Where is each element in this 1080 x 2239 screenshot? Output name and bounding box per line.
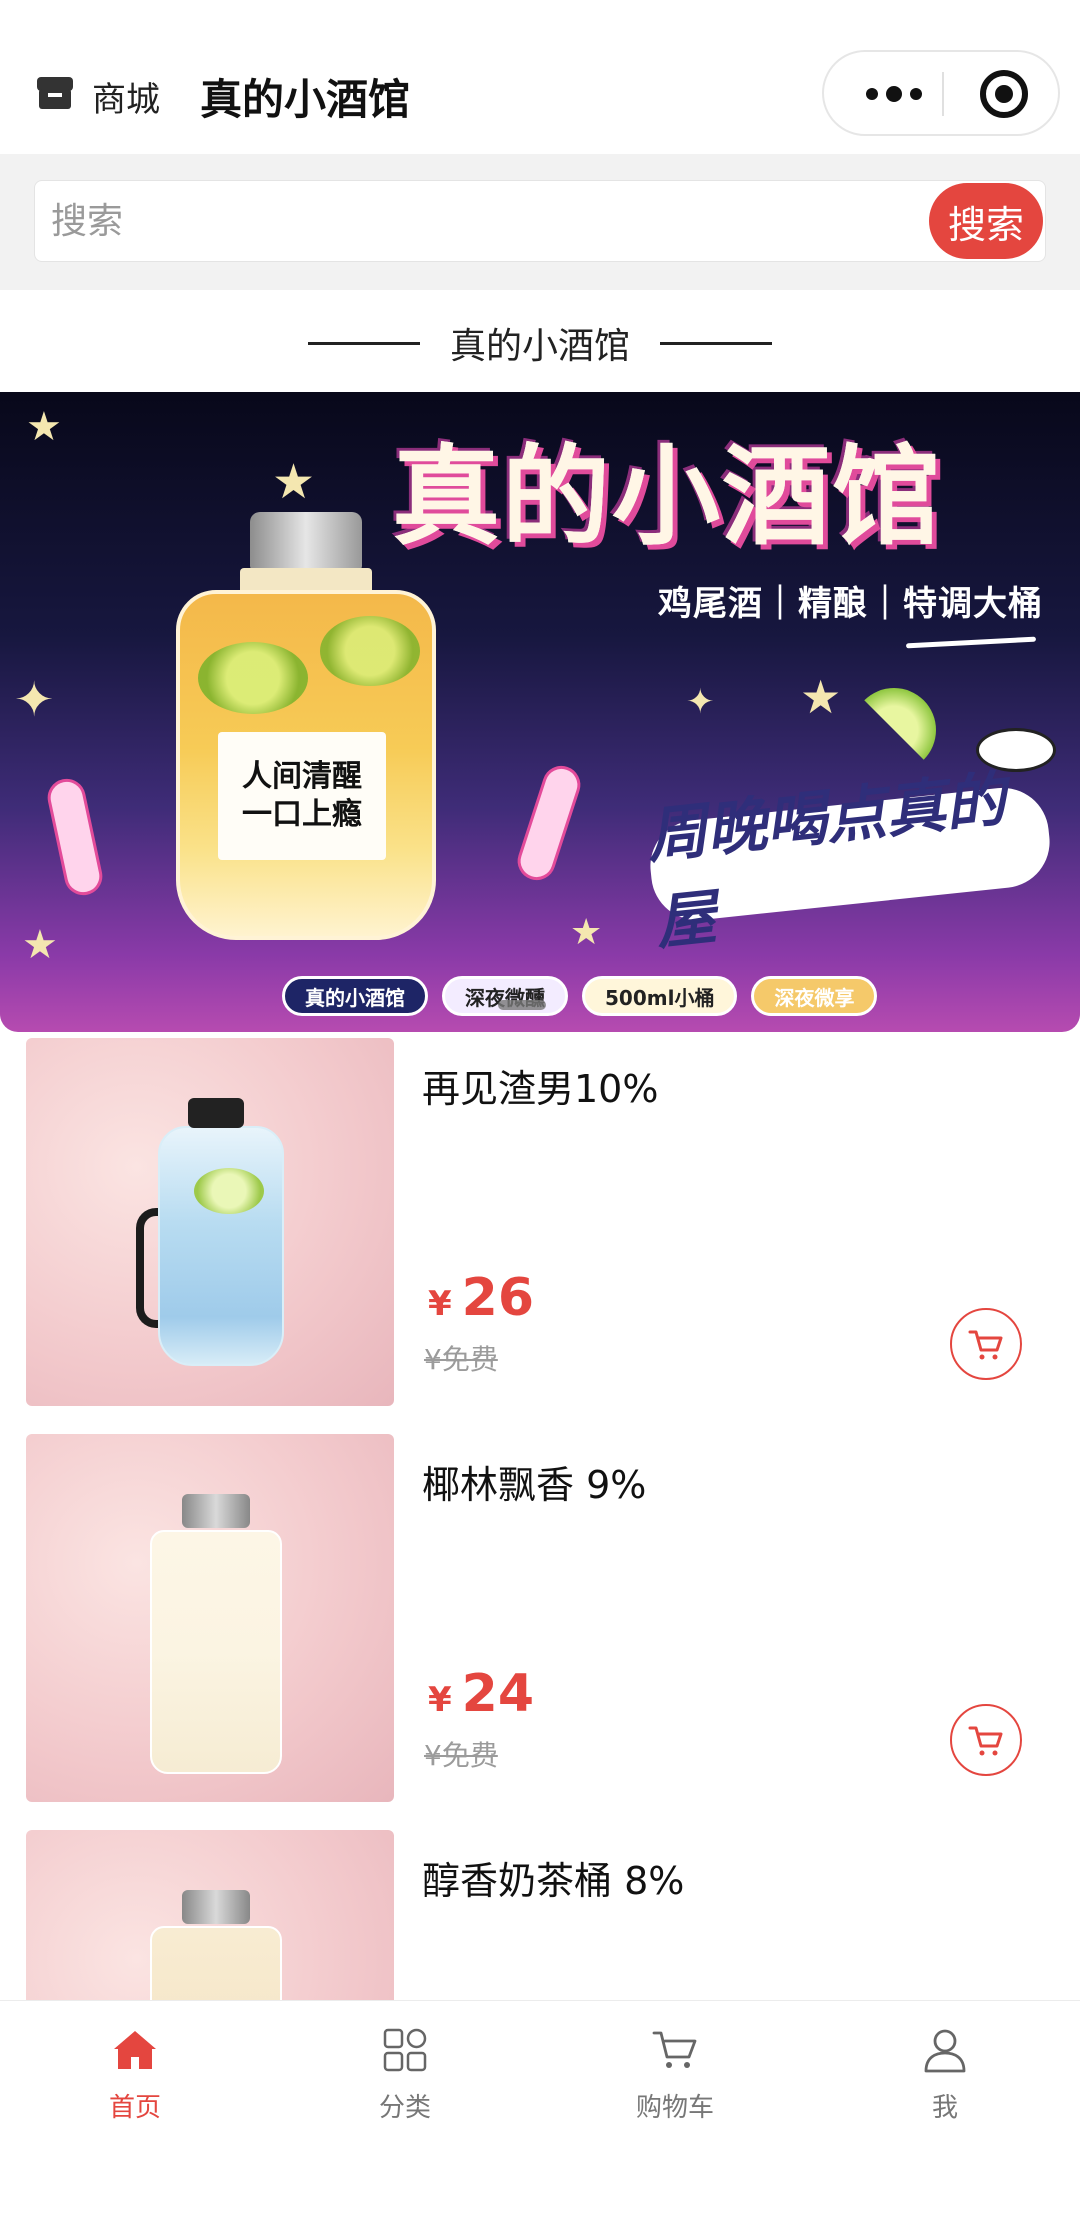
- user-icon: [924, 2029, 966, 2073]
- banner-title: 真的小酒馆: [392, 435, 943, 560]
- lime-icon: [320, 616, 420, 686]
- original-price: ¥免费: [424, 1343, 498, 1376]
- tab-category[interactable]: 分类: [270, 2023, 540, 2143]
- cart-icon: [652, 2031, 697, 2068]
- cart-icon: [968, 1330, 1003, 1360]
- sticker-pill-icon: [44, 775, 106, 899]
- tab-profile-label: 我: [931, 2093, 958, 2123]
- section-title-line-left: [307, 341, 420, 345]
- banner-tags: 真的小酒馆 深夜微醺 500ml小桶 深夜微享: [282, 976, 878, 1016]
- star-icon: ✦: [14, 672, 55, 728]
- milk-bottle-image: [146, 1494, 286, 1774]
- swoosh-decoration: [905, 636, 1037, 649]
- search-input[interactable]: [51, 189, 931, 253]
- home-icon: [114, 2031, 156, 2069]
- tab-category-label: 分类: [378, 2093, 431, 2123]
- product-item[interactable]: 椰林飘香 9% ¥ 24 ¥免费: [0, 1434, 1080, 1806]
- banner-tag: 真的小酒馆: [282, 976, 428, 1016]
- tab-home-label: 首页: [108, 2093, 161, 2123]
- star-icon: ★: [22, 922, 58, 968]
- sticker-pill-icon: [512, 761, 586, 885]
- tab-profile[interactable]: 我: [810, 2023, 1080, 2143]
- capsule-divider: [942, 72, 944, 116]
- app-title: 真的小酒馆: [200, 75, 411, 124]
- price-value: 26: [461, 1268, 535, 1328]
- more-menu-button[interactable]: [854, 52, 934, 136]
- section-title-text: 真的小酒馆: [449, 326, 630, 367]
- product-image[interactable]: [26, 1038, 394, 1406]
- tab-home[interactable]: 首页: [0, 2023, 270, 2143]
- banner-subtitle: 鸡尾酒｜精酿｜特调大桶: [658, 584, 1043, 624]
- price-value: 24: [461, 1664, 535, 1724]
- banner-tag: 深夜微醺: [442, 976, 568, 1016]
- lime-icon: [198, 642, 308, 714]
- search-box: 搜索: [34, 180, 1046, 262]
- product-image[interactable]: [26, 1434, 394, 1802]
- top-navigation-bar: 商城 真的小酒馆: [0, 0, 1080, 154]
- add-to-cart-button[interactable]: [950, 1704, 1022, 1776]
- banner-script-text: 周晚喝点真的屋: [643, 765, 1055, 958]
- banner-indicator: [498, 1000, 546, 1010]
- product-item[interactable]: 再见渣男10% ¥ 26 ¥免费: [0, 1038, 1080, 1410]
- banner-tag: 500ml小桶: [582, 976, 738, 1016]
- add-to-cart-button[interactable]: [950, 1308, 1022, 1380]
- bottle-label-line2: 一口上瘾: [242, 797, 362, 832]
- category-grid-icon: [383, 2028, 427, 2072]
- currency-symbol: ¥: [428, 1284, 452, 1324]
- close-miniprogram-icon[interactable]: [980, 70, 1028, 118]
- star-icon: ★: [800, 670, 842, 724]
- currency-symbol: ¥: [428, 1680, 452, 1720]
- bottle-label-line1: 人间清醒: [242, 759, 362, 794]
- tab-cart-label: 购物车: [635, 2093, 714, 2123]
- star-icon: ★: [570, 912, 603, 953]
- tab-cart[interactable]: 购物车: [540, 2023, 810, 2143]
- shop-label[interactable]: 商城: [92, 72, 160, 121]
- miniprogram-capsule: [822, 50, 1060, 136]
- product-name[interactable]: 椰林飘香 9%: [422, 1454, 646, 1509]
- original-price: ¥免费: [424, 1739, 498, 1772]
- bottle-cap: [250, 512, 362, 570]
- product-price: ¥ 26: [428, 1268, 534, 1328]
- promo-banner[interactable]: ★ ★ ✦ ★ ✦ ★ ★ 人间清醒 一口上瘾 真的小酒馆 鸡尾酒｜精酿｜特调大…: [0, 392, 1080, 1032]
- search-button[interactable]: 搜索: [929, 183, 1043, 259]
- star-icon: ★: [272, 454, 316, 510]
- star-icon: ★: [26, 404, 62, 450]
- store-icon[interactable]: [36, 76, 74, 110]
- banner-tag: 深夜微享: [751, 976, 878, 1016]
- bottle-label: 人间清醒 一口上瘾: [218, 732, 386, 860]
- search-bar-area: 搜索: [0, 154, 1080, 290]
- product-name[interactable]: 再见渣男10%: [422, 1058, 658, 1113]
- star-icon: ✦: [686, 682, 715, 722]
- product-name[interactable]: 醇香奶茶桶 8%: [422, 1850, 684, 1905]
- bottle-illustration: 人间清醒 一口上瘾: [170, 512, 442, 942]
- cart-icon: [968, 1726, 1003, 1756]
- section-title: 真的小酒馆: [0, 318, 1080, 368]
- blue-bottle-image: [136, 1098, 306, 1368]
- section-title-line-right: [660, 341, 772, 345]
- bottom-tab-bar: 首页 分类 购物车 我: [0, 2000, 1080, 2239]
- product-price: ¥ 24: [428, 1664, 534, 1724]
